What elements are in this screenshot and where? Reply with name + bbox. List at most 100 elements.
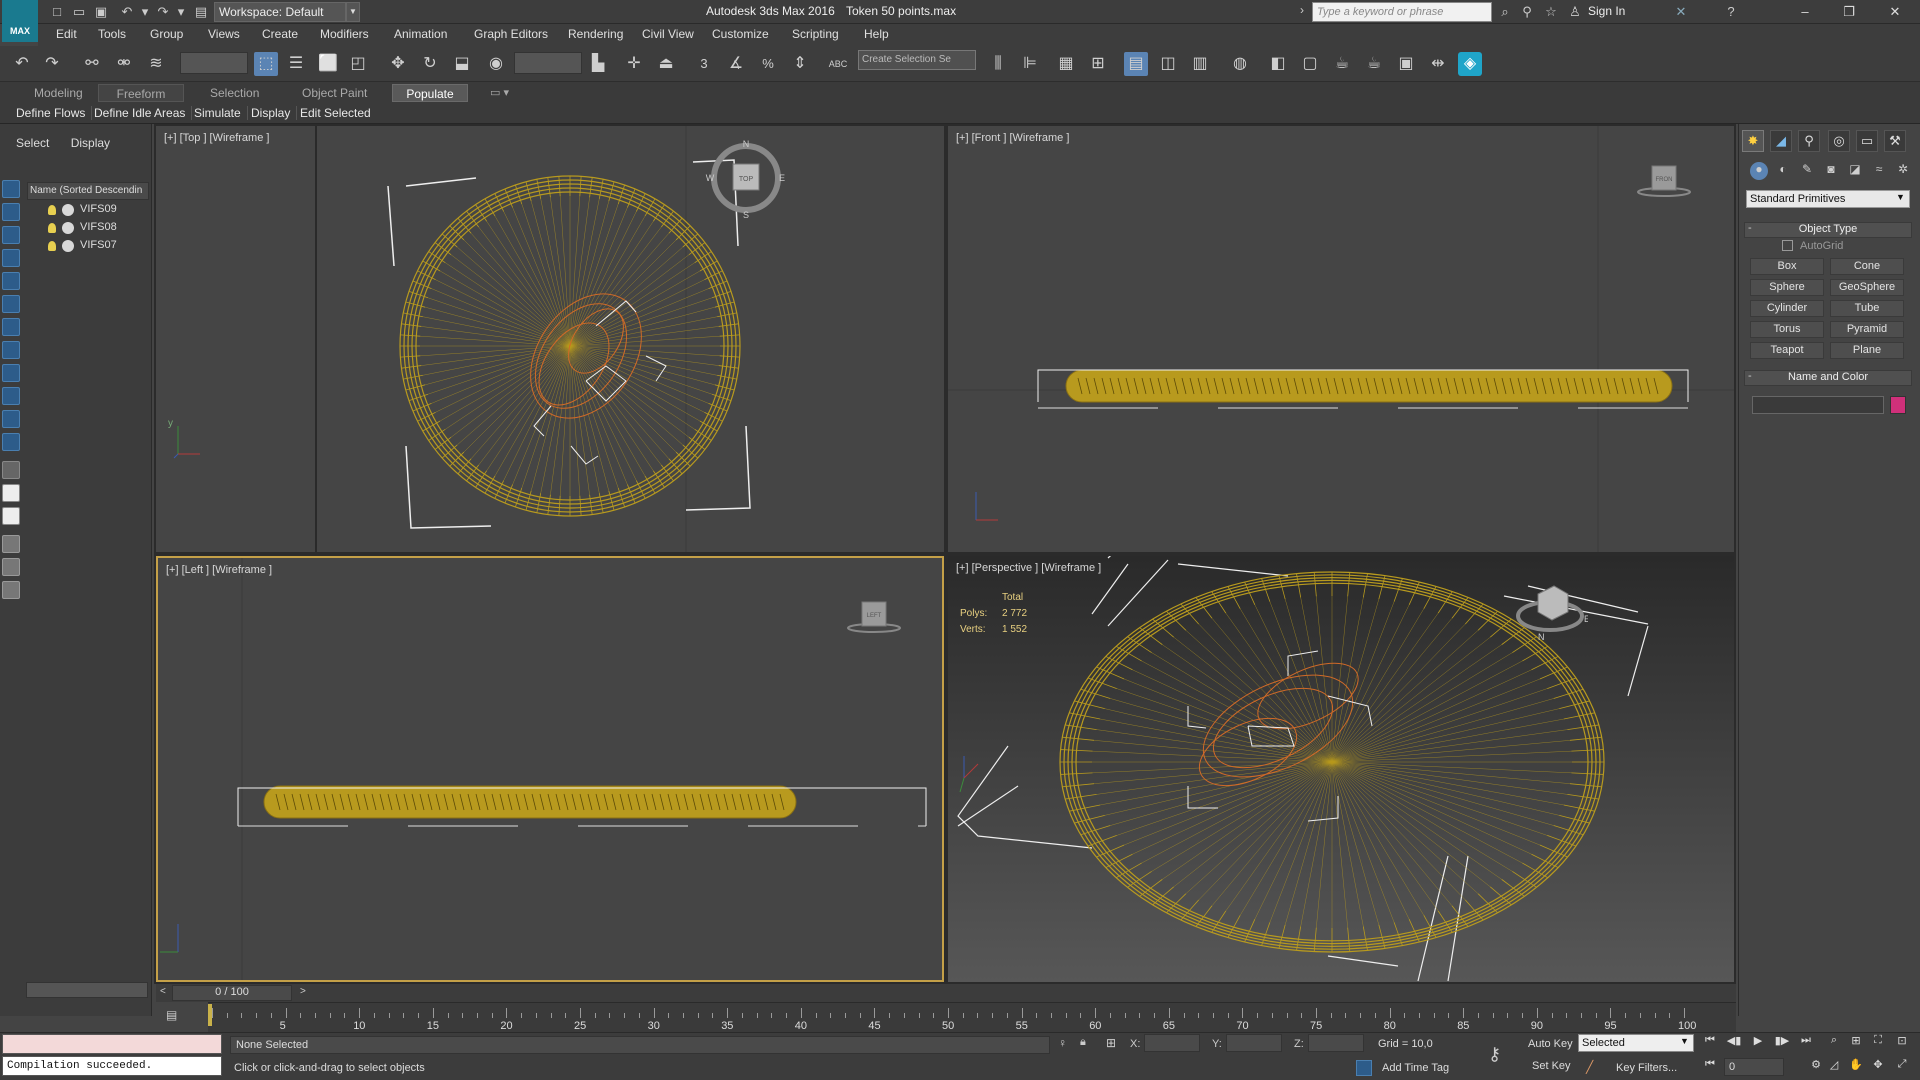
menu-create[interactable]: Create (262, 27, 298, 41)
rendered-frame-window-icon[interactable]: ▢ (1298, 52, 1322, 76)
x-coordinate-field[interactable] (1144, 1034, 1200, 1052)
trackbar-current-frame[interactable] (208, 1004, 212, 1026)
viewport-top-label[interactable]: [+] [Top ] [Wireframe ] (164, 132, 269, 144)
menu-views[interactable]: Views (208, 27, 240, 41)
select-manipulate-icon[interactable]: ✛ (622, 52, 646, 76)
object-color-swatch[interactable] (1890, 396, 1906, 414)
undo-icon[interactable]: ↶ (118, 3, 136, 21)
ribbon-tab-modeling[interactable]: Modeling (34, 86, 83, 100)
keyboard-shortcut-icon[interactable]: ⏏ (654, 52, 678, 76)
project-folder-icon[interactable]: ▤ (192, 3, 210, 21)
lights-icon[interactable]: ✎ (1798, 162, 1816, 180)
create-tab-icon[interactable]: ✸ (1742, 130, 1764, 152)
edit-selected-button[interactable]: Edit Selected (300, 106, 377, 120)
reference-coordinate-select[interactable] (514, 52, 582, 74)
rectangular-selection-icon[interactable]: ⬜ (316, 52, 340, 76)
torus-button[interactable]: Torus (1750, 321, 1824, 338)
binoculars-icon[interactable]: ⌕ (1496, 3, 1514, 21)
primitive-category-select[interactable]: Standard Primitives (1746, 190, 1910, 208)
zoom-icon[interactable]: ⌕ (1824, 1034, 1844, 1052)
menu-scripting[interactable]: Scripting (792, 27, 839, 41)
default-in-out-key-icon[interactable]: ⚷ (1488, 1044, 1501, 1065)
time-config-icon[interactable]: ⚙ (1806, 1058, 1826, 1076)
search-input[interactable]: Type a keyword or phrase (1312, 2, 1492, 22)
angle-snap-icon[interactable]: ∡ (724, 52, 748, 76)
key-mode-select[interactable]: Selected (1578, 1034, 1694, 1052)
select-object-icon[interactable]: ⬚ (254, 52, 278, 76)
menu-edit[interactable]: Edit (56, 27, 77, 41)
scale-icon[interactable]: ⬓ (450, 52, 474, 76)
viewport-front-label[interactable]: [+] [Front ] [Wireframe ] (956, 132, 1069, 144)
maxscript-output[interactable]: Compilation succeeded. (2, 1056, 222, 1076)
filter-icon[interactable] (2, 535, 20, 553)
go-to-end-icon[interactable]: ⏭ (1796, 1034, 1816, 1052)
object-type-rollout[interactable]: Object Type (1744, 222, 1912, 238)
snaps-toggle-icon[interactable]: 3 (692, 52, 716, 76)
find-icon[interactable] (2, 558, 20, 576)
viewport-front[interactable]: [+] [Front ] [Wireframe ] FRON (948, 126, 1734, 552)
render-production-icon[interactable]: ☕ (1330, 52, 1354, 76)
maxscript-listener-input[interactable] (2, 1034, 222, 1054)
display-geometry-icon[interactable] (2, 180, 20, 198)
undo-dropdown-icon[interactable]: ▾ (136, 3, 154, 21)
schematic-view-icon[interactable]: ▥ (1188, 52, 1212, 76)
invert-display-icon[interactable] (2, 507, 20, 525)
display-none-icon[interactable] (2, 484, 20, 502)
field-of-view-icon[interactable]: ◿ (1824, 1058, 1844, 1076)
menu-graph-editors[interactable]: Graph Editors (474, 27, 548, 41)
modify-tab-icon[interactable]: ◢ (1770, 130, 1792, 152)
layer-explorer-icon[interactable]: ▦ (1054, 52, 1078, 76)
orbit-icon[interactable]: ✥ (1868, 1058, 1888, 1076)
hierarchy-tab-icon[interactable]: ⚲ (1798, 130, 1820, 152)
display-frozen-icon[interactable] (2, 410, 20, 428)
menu-civil-view[interactable]: Civil View (642, 27, 694, 41)
light-bulb-icon[interactable] (48, 205, 56, 215)
tube-button[interactable]: Tube (1830, 300, 1904, 317)
add-time-tag[interactable]: Add Time Tag (1382, 1062, 1449, 1074)
viewcube-left[interactable]: LEFT (844, 592, 904, 642)
pan-view-icon[interactable]: ✋ (1846, 1058, 1866, 1076)
viewcube-front[interactable]: FRON (1634, 156, 1694, 206)
display-bones-icon[interactable] (2, 364, 20, 382)
zoom-extents-icon[interactable]: ⛶ (1868, 1034, 1888, 1052)
subscription-icon[interactable]: ⚲ (1518, 3, 1536, 21)
define-idle-areas-button[interactable]: Define Idle Areas (94, 106, 193, 120)
display-tab-icon[interactable]: ▭ (1856, 130, 1878, 152)
menu-tools[interactable]: Tools (98, 27, 126, 41)
zoom-all-icon[interactable]: ⊞ (1846, 1034, 1866, 1052)
light-bulb-icon[interactable] (48, 223, 56, 233)
menu-modifiers[interactable]: Modifiers (320, 27, 369, 41)
bind-space-warp-icon[interactable]: ≋ (144, 52, 168, 76)
percent-snap-icon[interactable]: % (756, 52, 780, 76)
light-bulb-icon[interactable] (48, 241, 56, 251)
shapes-icon[interactable]: ◐ (1774, 162, 1792, 180)
display-cameras-icon[interactable] (2, 249, 20, 267)
visibility-icon[interactable] (62, 204, 74, 216)
name-and-color-rollout[interactable]: Name and Color (1744, 370, 1912, 386)
go-to-start-icon[interactable]: ⏮ (1700, 1034, 1720, 1052)
spinner-snap-icon[interactable]: ⇕ (788, 52, 812, 76)
simulate-button[interactable]: Simulate (194, 106, 248, 120)
scene-tab-display[interactable]: Display (71, 136, 110, 150)
object-name-input[interactable] (1752, 396, 1884, 414)
set-key-button[interactable]: Set Key (1532, 1060, 1571, 1072)
geosphere-button[interactable]: GeoSphere (1830, 279, 1904, 296)
scene-item[interactable]: VIFS09 (80, 203, 117, 219)
redo-icon[interactable]: ↷ (40, 52, 64, 76)
sphere-button[interactable]: Sphere (1750, 279, 1824, 296)
ribbon-options-icon[interactable]: ▭ ▾ (490, 86, 509, 99)
geometry-icon[interactable]: ● (1750, 162, 1768, 180)
pyramid-button[interactable]: Pyramid (1830, 321, 1904, 338)
autogrid-checkbox[interactable] (1782, 240, 1793, 251)
viewport-left-label[interactable]: [+] [Left ] [Wireframe ] (166, 564, 272, 576)
viewport-perspective[interactable]: [+] [Perspective ] [Wireframe ] Total Po… (948, 556, 1734, 982)
helpers-icon[interactable]: ◪ (1846, 162, 1864, 180)
key-filters-button[interactable]: Key Filters... (1616, 1062, 1677, 1074)
selection-lock-icon[interactable]: 🔒︎ (1080, 1036, 1086, 1049)
time-slider-thumb[interactable]: 0 / 100 (172, 985, 292, 1001)
auto-key-button[interactable]: Auto Key (1528, 1038, 1573, 1050)
user-icon[interactable]: ♙ (1566, 3, 1584, 21)
z-coordinate-field[interactable] (1308, 1034, 1364, 1052)
render-setup-icon[interactable]: ◧ (1266, 52, 1290, 76)
viewcube-perspective[interactable]: N E (1508, 574, 1590, 644)
